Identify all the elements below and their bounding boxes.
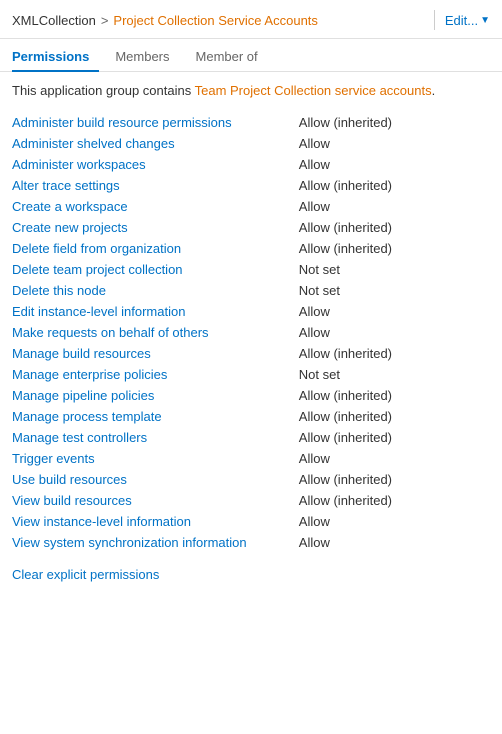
permission-value: Allow [299,322,490,343]
table-row: Create a workspaceAllow [12,196,490,217]
table-row: Create new projectsAllow (inherited) [12,217,490,238]
table-row: View instance-level informationAllow [12,511,490,532]
permission-name[interactable]: Delete this node [12,280,299,301]
table-row: Manage build resourcesAllow (inherited) [12,343,490,364]
permission-value: Not set [299,280,490,301]
permission-name[interactable]: View system synchronization information [12,532,299,553]
permission-value: Allow (inherited) [299,427,490,448]
permission-value: Allow [299,301,490,322]
table-row: Manage process templateAllow (inherited) [12,406,490,427]
clear-explicit-permissions-link[interactable]: Clear explicit permissions [12,567,159,582]
table-row: View system synchronization informationA… [12,532,490,553]
permission-name[interactable]: View instance-level information [12,511,299,532]
breadcrumb-separator: > [101,13,109,28]
main-content: This application group contains Team Pro… [0,72,502,592]
edit-button[interactable]: Edit... ▼ [445,13,490,28]
table-row: Trigger eventsAllow [12,448,490,469]
breadcrumb-collection[interactable]: XMLCollection [12,13,96,28]
table-row: Make requests on behalf of othersAllow [12,322,490,343]
permission-name[interactable]: Delete team project collection [12,259,299,280]
description-prefix: This application group contains [12,83,195,98]
permission-name[interactable]: Administer shelved changes [12,133,299,154]
permission-name[interactable]: Edit instance-level information [12,301,299,322]
table-row: Administer shelved changesAllow [12,133,490,154]
table-row: Delete team project collectionNot set [12,259,490,280]
permission-name[interactable]: Trigger events [12,448,299,469]
permission-value: Allow (inherited) [299,406,490,427]
permission-value: Allow [299,448,490,469]
permission-value: Allow (inherited) [299,469,490,490]
permission-value: Allow (inherited) [299,385,490,406]
permission-name[interactable]: Manage build resources [12,343,299,364]
table-row: Edit instance-level informationAllow [12,301,490,322]
table-row: Administer build resource permissionsAll… [12,112,490,133]
permission-name[interactable]: Manage enterprise policies [12,364,299,385]
table-row: Manage test controllersAllow (inherited) [12,427,490,448]
table-row: Manage enterprise policiesNot set [12,364,490,385]
permission-name[interactable]: Create a workspace [12,196,299,217]
permission-name[interactable]: Alter trace settings [12,175,299,196]
permission-value: Allow (inherited) [299,217,490,238]
permission-name[interactable]: Delete field from organization [12,238,299,259]
permission-value: Allow [299,511,490,532]
permission-value: Allow (inherited) [299,175,490,196]
description-highlight: Team Project Collection service accounts [195,83,432,98]
chevron-down-icon: ▼ [480,15,490,26]
permission-value: Allow (inherited) [299,112,490,133]
table-row: Delete field from organizationAllow (inh… [12,238,490,259]
tab-permissions[interactable]: Permissions [12,43,99,72]
table-row: Delete this nodeNot set [12,280,490,301]
permission-value: Allow (inherited) [299,238,490,259]
breadcrumb: XMLCollection > Project Collection Servi… [12,13,424,28]
table-row: Use build resourcesAllow (inherited) [12,469,490,490]
table-row: Alter trace settingsAllow (inherited) [12,175,490,196]
edit-button-label: Edit... [445,13,478,28]
permission-name[interactable]: Make requests on behalf of others [12,322,299,343]
header: XMLCollection > Project Collection Servi… [0,0,502,39]
breadcrumb-current: Project Collection Service Accounts [113,13,317,28]
header-divider [434,10,435,30]
permission-name[interactable]: Administer build resource permissions [12,112,299,133]
group-description: This application group contains Team Pro… [12,82,490,100]
permission-name[interactable]: Use build resources [12,469,299,490]
permission-value: Allow [299,196,490,217]
permission-value: Not set [299,259,490,280]
permission-name[interactable]: Manage process template [12,406,299,427]
permission-value: Allow [299,133,490,154]
permission-value: Allow (inherited) [299,343,490,364]
permission-value: Allow [299,532,490,553]
permission-value: Allow [299,154,490,175]
permission-value: Allow (inherited) [299,490,490,511]
permission-name[interactable]: Administer workspaces [12,154,299,175]
permission-value: Not set [299,364,490,385]
description-suffix: . [432,83,436,98]
tab-member-of[interactable]: Member of [196,43,268,71]
table-row: Administer workspacesAllow [12,154,490,175]
tab-members[interactable]: Members [115,43,179,71]
table-row: Manage pipeline policiesAllow (inherited… [12,385,490,406]
permission-name[interactable]: Manage test controllers [12,427,299,448]
permission-name[interactable]: Create new projects [12,217,299,238]
tabs-bar: Permissions Members Member of [0,43,502,72]
permissions-table: Administer build resource permissionsAll… [12,112,490,553]
permission-name[interactable]: Manage pipeline policies [12,385,299,406]
permission-name[interactable]: View build resources [12,490,299,511]
table-row: View build resourcesAllow (inherited) [12,490,490,511]
